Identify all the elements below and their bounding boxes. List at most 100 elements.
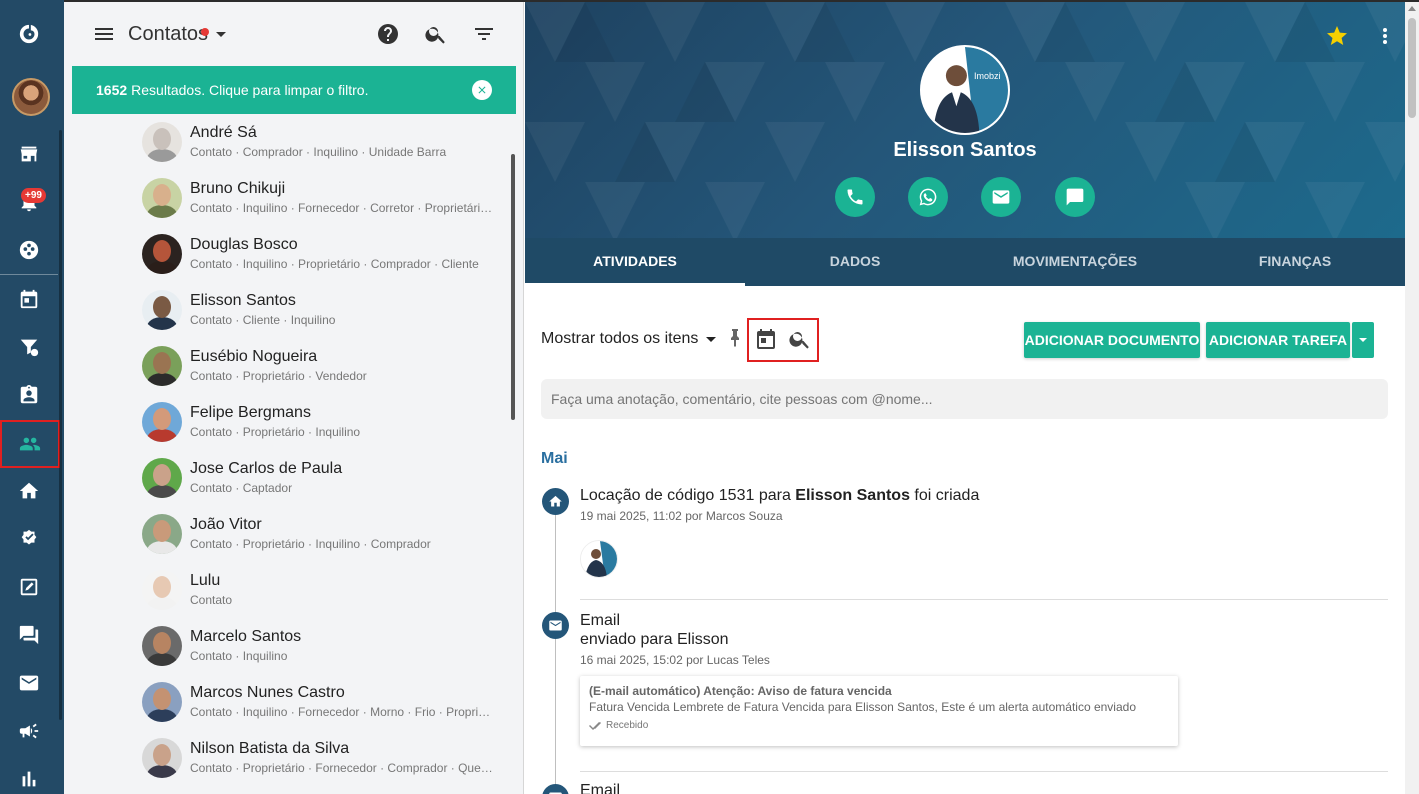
more-options-icon[interactable] [1379,24,1391,48]
whatsapp-button[interactable] [908,177,948,217]
timeline-entry-title[interactable]: Locação de código 1531 para Elisson Sant… [580,487,979,505]
contact-avatar [142,514,182,554]
tasks-icon[interactable] [0,565,58,609]
contact-list-item[interactable]: Lulu Contato [142,568,502,624]
contact-avatar [142,234,182,274]
store-icon[interactable] [0,132,58,176]
timeline-divider [580,771,1388,772]
dashboard-icon[interactable] [0,228,58,272]
email-icon[interactable] [0,661,58,705]
avatar-face [153,128,171,150]
hamburger-menu-icon[interactable] [92,22,116,46]
user-avatar[interactable] [12,78,50,116]
message-button[interactable] [1055,177,1095,217]
tab-atividades[interactable]: ATIVIDADES [525,238,745,286]
contact-avatar [142,682,182,722]
contacts-icon[interactable] [0,420,60,468]
tab-movimentacoes[interactable]: MOVIMENTAÇÕES [965,238,1185,286]
clipboard-icon[interactable] [0,373,58,417]
timeline-entry-meta: 16 mai 2025, 15:02 por Lucas Teles [580,653,770,667]
reports-chart-icon[interactable] [0,757,58,794]
favorite-star-icon[interactable] [1325,24,1349,48]
contact-list-item[interactable]: André Sá Contato · Comprador · Inquilino … [142,120,502,176]
rail-scrollbar[interactable] [59,130,62,720]
avatar-face [153,240,171,262]
add-task-dropdown-button[interactable] [1352,322,1374,358]
notifications-badge: +99 [21,188,46,203]
contacts-scrollbar[interactable] [511,154,515,420]
contact-name: Jose Carlos de Paula [190,460,343,477]
contact-list-item[interactable]: Jose Carlos de Paula Contato · Captador [142,456,502,512]
show-items-dropdown[interactable]: Mostrar todos os itens [541,330,717,348]
avatar-face [153,464,171,486]
properties-home-icon[interactable] [0,469,58,513]
calendar-filter-icon[interactable] [754,327,778,351]
contact-list-item[interactable]: Felipe Bergmans Contato · Proprietário · … [142,400,502,456]
contact-avatar [142,458,182,498]
email-button[interactable] [981,177,1021,217]
contact-name: Nilson Batista da Silva [190,740,350,757]
approvals-icon[interactable] [0,517,58,561]
contact-tags: Contato · Inquilino · Fornecedor · Corre… [190,201,494,215]
scroll-up-arrow-icon[interactable] [1408,6,1416,11]
clear-filter-close-icon[interactable] [472,80,492,100]
rail-divider [0,274,58,275]
filter-results-banner[interactable]: 1652 Resultados. Clique para limpar o fi… [72,66,516,114]
note-input[interactable] [541,379,1388,419]
chevron-down-icon [706,336,717,342]
avatar-body [147,765,177,778]
related-contact-avatar[interactable] [580,540,618,578]
sales-funnel-icon[interactable] [0,325,58,369]
contact-name: Lulu [190,572,221,589]
chat-icon[interactable] [0,613,58,657]
contact-tags: Contato · Proprietário · Inquilino [190,425,361,439]
timeline-entry-subtitle: enviado para Elisson [580,631,729,648]
tab-financas[interactable]: FINANÇAS [1185,238,1405,286]
entry-contact-name[interactable]: Elisson Santos [795,487,910,504]
app-window: +99 Contatos 1652 Resultados. Clique par… [0,0,1419,794]
avatar-body [147,373,177,386]
email-body-preview: Fatura Vencida Lembrete de Fatura Vencid… [589,700,1136,714]
pin-icon[interactable] [723,327,739,351]
brand-label: Imobzi [974,71,1001,81]
contacts-title-dropdown[interactable]: Contatos [128,23,227,46]
contact-list-item[interactable]: Marcelo Santos Contato · Inquilino [142,624,502,680]
help-icon[interactable] [376,22,400,46]
contact-list-item[interactable]: Eusébio Nogueira Contato · Proprietário ·… [142,344,502,400]
contact-name: Marcos Nunes Castro [190,684,345,701]
email-preview-card[interactable]: (E-mail automático) Atenção: Aviso de fa… [580,676,1178,746]
calendar-icon[interactable] [0,277,58,321]
contact-list-item[interactable]: Nilson Batista da Silva Contato · Proprie… [142,736,502,792]
contacts-list: André Sá Contato · Comprador · Inquilino … [64,116,512,794]
contact-list-item[interactable]: Elisson Santos Contato · Cliente · Inquil… [142,288,502,344]
contacts-panel: Contatos 1652 Resultados. Clique para li… [64,2,524,794]
timeline-divider [580,599,1388,600]
contact-list-item[interactable]: Douglas Bosco Contato · Inquilino · Propr… [142,232,502,288]
mail-icon [992,190,1010,204]
avatar-body [147,541,177,554]
filter-icon[interactable] [472,22,496,46]
contact-list-item[interactable]: João Vitor Contato · Proprietário · Inqui… [142,512,502,568]
add-document-button[interactable]: ADICIONAR DOCUMENTO [1024,322,1200,358]
search-icon[interactable] [424,22,448,46]
scroll-thumb[interactable] [1408,18,1416,118]
email-subject: (E-mail automático) Atenção: Aviso de fa… [589,684,892,698]
page-scrollbar[interactable] [1405,2,1419,794]
add-task-button[interactable]: ADICIONAR TAREFA [1206,322,1350,358]
contact-name: Douglas Bosco [190,236,298,253]
app-logo-icon[interactable] [0,12,58,56]
contact-avatar [142,626,182,666]
avatar-body [147,149,177,162]
avatar-face [153,184,171,206]
campaigns-megaphone-icon[interactable] [0,709,58,753]
contact-avatar [142,402,182,442]
contact-list-item[interactable]: Marcos Nunes Castro Contato · Inquilino ·… [142,680,502,736]
contact-list-item[interactable]: Bruno Chikuji Contato · Inquilino · Forne… [142,176,502,232]
avatar-body [147,597,177,610]
tab-dados[interactable]: DADOS [745,238,965,286]
search-activities-icon[interactable] [788,327,812,351]
call-button[interactable] [835,177,875,217]
chevron-down-icon [216,32,227,37]
profile-name: Elisson Santos [893,139,1037,161]
contact-tags: Contato · Captador [190,481,293,495]
